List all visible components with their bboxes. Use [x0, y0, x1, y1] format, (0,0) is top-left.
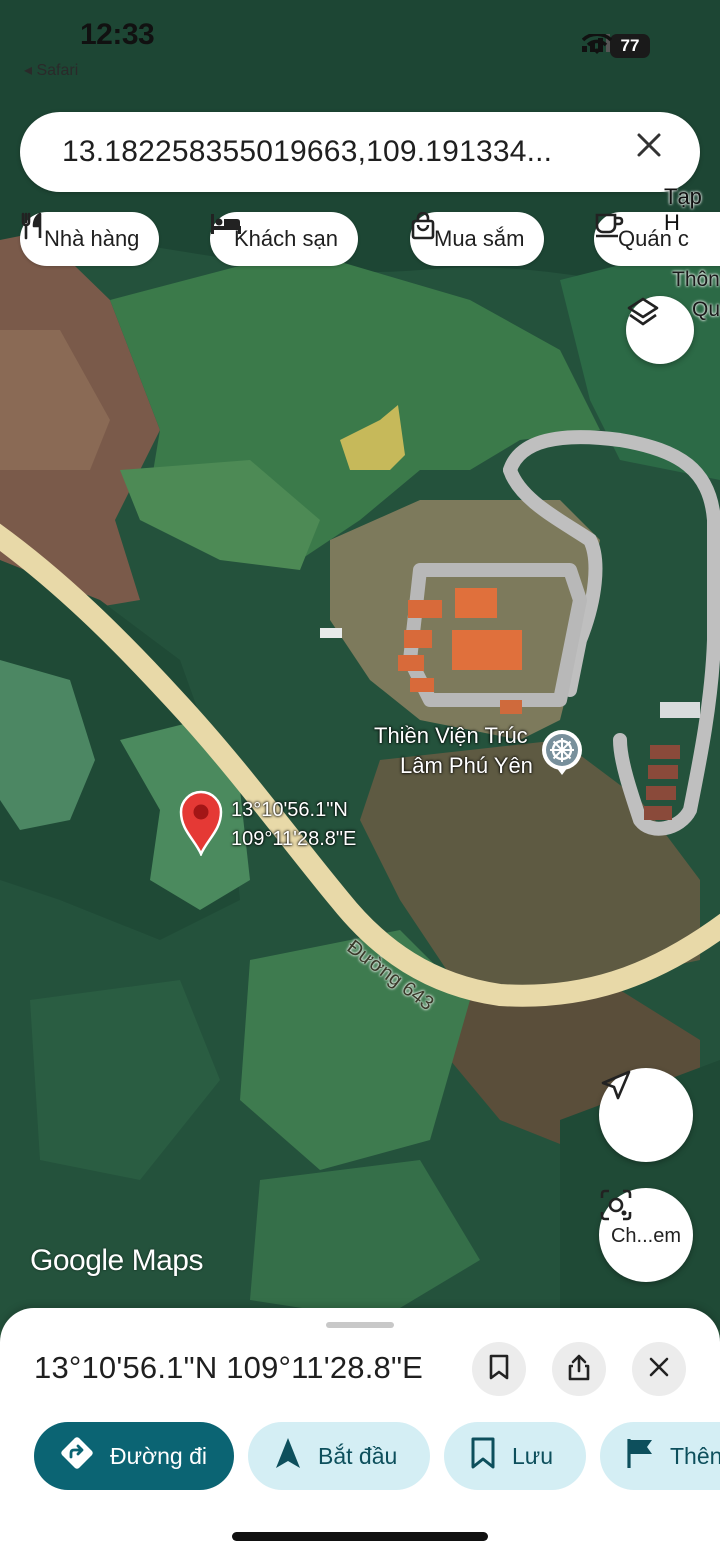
chip-label: Khách sạn: [234, 226, 338, 251]
watermark-maps: Maps: [131, 1244, 204, 1277]
battery-indicator: 77: [610, 34, 650, 58]
chip-label: Mua sắm: [434, 226, 525, 251]
dharma-wheel-icon[interactable]: [541, 729, 583, 775]
my-location-button[interactable]: [599, 1068, 693, 1162]
start-label: Bắt đầu: [318, 1442, 398, 1469]
pin-coordinates-lng: 109°11'28.8"E: [231, 828, 357, 850]
close-sheet-button[interactable]: [632, 1342, 686, 1396]
map-pin-icon[interactable]: [178, 790, 224, 856]
close-icon: [648, 1356, 670, 1383]
share-button[interactable]: [552, 1342, 606, 1396]
poi-label-tap-hoa[interactable]: Tạp H: [664, 184, 720, 236]
status-indicators: 77: [582, 34, 650, 58]
place-label-thon-line1[interactable]: Thôn: [672, 268, 720, 292]
action-buttons: Đường đi Bắt đầu Lưu Thên: [0, 1422, 720, 1490]
status-time: 12:33: [80, 18, 155, 51]
satellite-map[interactable]: 12:33 ◂ Safari 77 13.182258355019663,109…: [0, 0, 720, 1330]
bookmark-icon: [488, 1354, 510, 1385]
more-flag-button[interactable]: Thên: [600, 1422, 720, 1490]
poi-label-monastery-line1[interactable]: Thiền Viện Trúc: [374, 722, 528, 750]
directions-label: Đường đi: [110, 1442, 207, 1469]
sheet-drag-handle[interactable]: [326, 1322, 394, 1328]
category-chips: Nhà hàng Khách sạn Mua sắm Quán c: [20, 212, 720, 268]
place-label-thon-line2[interactable]: Qu: [692, 298, 720, 322]
pin-coordinates-lat: 13°10'56.1"N: [231, 799, 348, 821]
directions-icon: [60, 1436, 94, 1476]
start-button[interactable]: Bắt đầu: [248, 1422, 430, 1490]
lens-search-button[interactable]: Ch...em: [599, 1188, 693, 1282]
search-input[interactable]: 13.182258355019663,109.191334...: [62, 135, 552, 169]
place-bottom-sheet[interactable]: 13°10'56.1"N 109°11'28.8"E Đường đi Bắt …: [0, 1308, 720, 1560]
google-maps-watermark: Google Maps: [30, 1244, 203, 1278]
search-bar[interactable]: 13.182258355019663,109.191334...: [20, 112, 700, 192]
chip-restaurants[interactable]: Nhà hàng: [20, 212, 160, 266]
flag-icon: [626, 1437, 654, 1475]
home-indicator[interactable]: [232, 1532, 488, 1541]
chip-label: Nhà hàng: [44, 226, 140, 251]
bookmark-icon: [470, 1437, 496, 1475]
back-to-safari[interactable]: ◂ Safari: [24, 60, 78, 80]
save-bookmark-button[interactable]: [472, 1342, 526, 1396]
place-title: 13°10'56.1"N 109°11'28.8"E: [34, 1350, 424, 1385]
save-label: Lưu: [512, 1442, 553, 1469]
chip-hotels[interactable]: Khách sạn: [210, 212, 358, 266]
navigation-arrow-icon: [274, 1436, 302, 1476]
watermark-google: Google: [30, 1244, 124, 1277]
poi-label-monastery-line2[interactable]: Lâm Phú Yên: [400, 752, 533, 780]
chip-shopping[interactable]: Mua sắm: [410, 212, 545, 266]
lens-label: Ch...em: [610, 1224, 682, 1247]
save-button[interactable]: Lưu: [444, 1422, 586, 1490]
directions-button[interactable]: Đường đi: [34, 1422, 234, 1490]
clear-search-icon[interactable]: [636, 132, 676, 172]
more-label: Thên: [670, 1442, 720, 1469]
share-icon: [567, 1353, 591, 1386]
layers-button[interactable]: [626, 296, 694, 364]
